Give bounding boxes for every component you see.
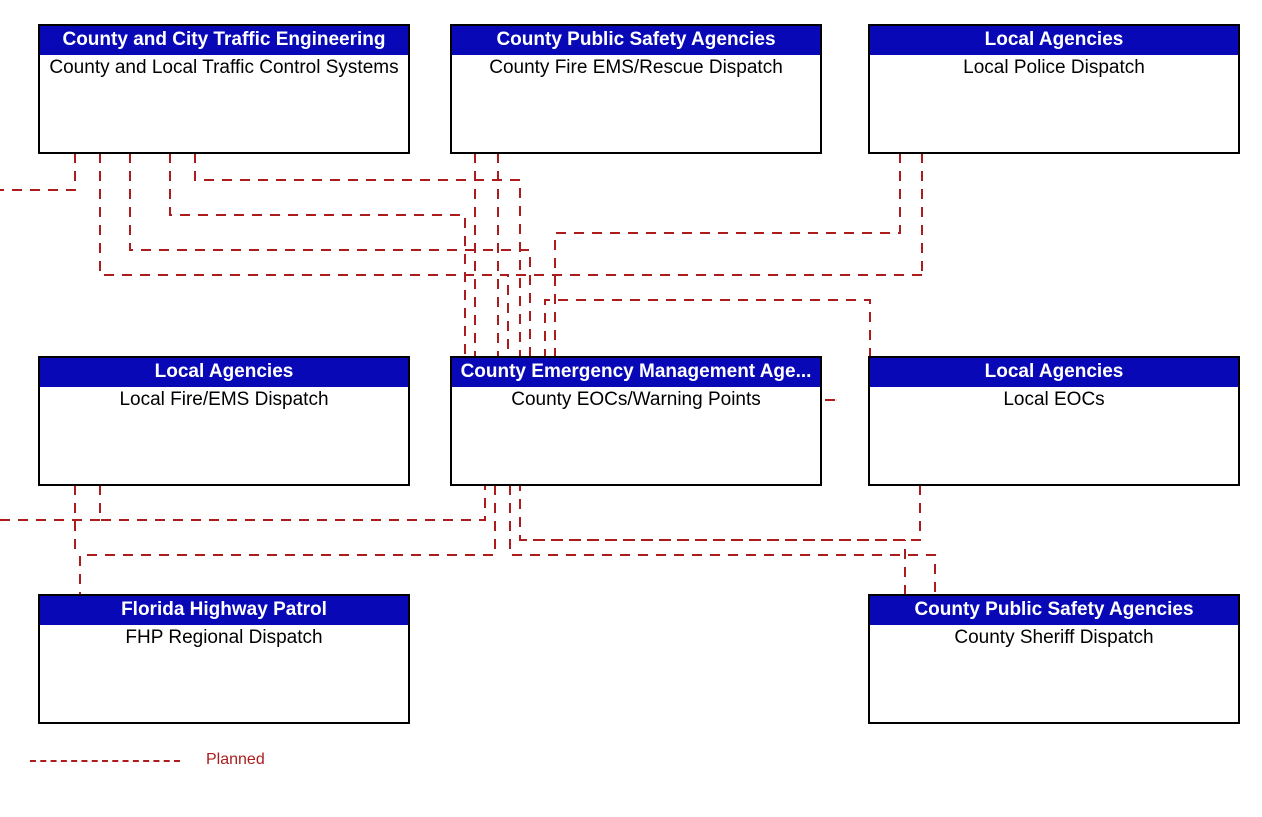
node-body: County and Local Traffic Control Systems <box>40 55 408 79</box>
node-body: Local Police Dispatch <box>870 55 1238 79</box>
node-body: County EOCs/Warning Points <box>452 387 820 411</box>
node-traffic-control-systems[interactable]: County and City Traffic Engineering Coun… <box>38 24 410 154</box>
node-header: County Public Safety Agencies <box>870 596 1238 625</box>
node-fhp-regional-dispatch[interactable]: Florida Highway Patrol FHP Regional Disp… <box>38 594 410 724</box>
node-header: Florida Highway Patrol <box>40 596 408 625</box>
legend-line-planned <box>30 760 180 762</box>
node-county-fire-ems-dispatch[interactable]: County Public Safety Agencies County Fir… <box>450 24 822 154</box>
node-body: FHP Regional Dispatch <box>40 625 408 649</box>
node-county-sheriff-dispatch[interactable]: County Public Safety Agencies County She… <box>868 594 1240 724</box>
node-header: Local Agencies <box>870 26 1238 55</box>
legend-label-planned: Planned <box>206 751 265 769</box>
node-county-eocs-warning-points[interactable]: County Emergency Management Age... Count… <box>450 356 822 486</box>
node-body: Local EOCs <box>870 387 1238 411</box>
node-local-fire-ems-dispatch[interactable]: Local Agencies Local Fire/EMS Dispatch <box>38 356 410 486</box>
node-header: Local Agencies <box>870 358 1238 387</box>
node-body: County Fire EMS/Rescue Dispatch <box>452 55 820 79</box>
node-local-eocs[interactable]: Local Agencies Local EOCs <box>868 356 1240 486</box>
node-body: County Sheriff Dispatch <box>870 625 1238 649</box>
node-header: County and City Traffic Engineering <box>40 26 408 55</box>
node-body: Local Fire/EMS Dispatch <box>40 387 408 411</box>
node-header: Local Agencies <box>40 358 408 387</box>
node-local-police-dispatch[interactable]: Local Agencies Local Police Dispatch <box>868 24 1240 154</box>
node-header: County Emergency Management Age... <box>452 358 820 387</box>
node-header: County Public Safety Agencies <box>452 26 820 55</box>
